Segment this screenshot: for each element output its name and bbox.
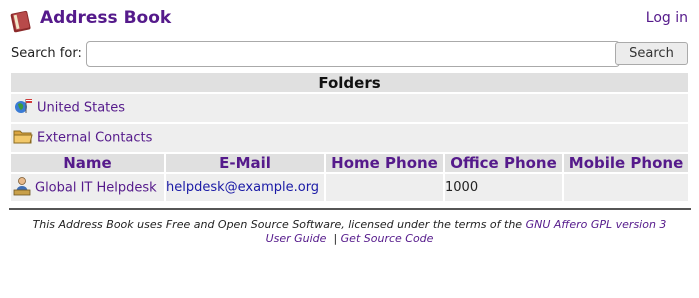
divider (9, 208, 691, 210)
folders-heading: Folders (11, 73, 689, 92)
name-cell: Global IT Helpdesk (11, 174, 164, 201)
address-book-icon (9, 9, 33, 33)
office-phone-cell: 1000 (445, 174, 562, 201)
user-guide-link[interactable]: User Guide (266, 232, 327, 245)
email-link[interactable]: helpdesk@example.org (166, 180, 319, 195)
login-link[interactable]: Log in (646, 10, 688, 26)
folder-link-external-contacts[interactable]: External Contacts (37, 131, 152, 146)
email-cell: helpdesk@example.org (166, 174, 324, 201)
contact-name-link[interactable]: Global IT Helpdesk (35, 180, 157, 195)
home-phone-cell (326, 174, 443, 201)
column-header-office-phone[interactable]: Office Phone (445, 154, 562, 172)
header: Address Book Log in (0, 0, 699, 40)
folder-icon (13, 127, 33, 149)
folder-row: External Contacts (11, 124, 689, 152)
license-link[interactable]: GNU Affero GPL version 3 (526, 218, 667, 231)
column-header-email[interactable]: E-Mail (166, 154, 324, 172)
search-bar: Search for: Search (0, 40, 699, 68)
license-notice: This Address Book uses Free and Open Sou… (0, 218, 699, 232)
globe-flag-icon (13, 97, 33, 119)
column-header-mobile-phone[interactable]: Mobile Phone (564, 154, 689, 172)
column-header-home-phone[interactable]: Home Phone (326, 154, 443, 172)
address-book-table: Folders United States External Contacts … (9, 71, 690, 203)
search-label: Search for: (11, 46, 82, 61)
footer: This Address Book uses Free and Open Sou… (0, 218, 699, 246)
footer-links: User Guide | Get Source Code (0, 232, 699, 246)
column-header-name[interactable]: Name (11, 154, 164, 172)
folder-row: United States (11, 94, 689, 122)
contact-icon (13, 176, 31, 200)
footer-separator: | (333, 232, 338, 245)
search-input[interactable] (86, 41, 620, 67)
source-code-link[interactable]: Get Source Code (341, 232, 434, 245)
folder-link-united-states[interactable]: United States (37, 101, 125, 116)
mobile-phone-cell (564, 174, 689, 201)
table-row: Global IT Helpdesk helpdesk@example.org … (11, 174, 689, 201)
license-text: This Address Book uses Free and Open Sou… (32, 218, 523, 231)
page-title: Address Book (40, 8, 172, 28)
search-button[interactable]: Search (615, 42, 688, 65)
